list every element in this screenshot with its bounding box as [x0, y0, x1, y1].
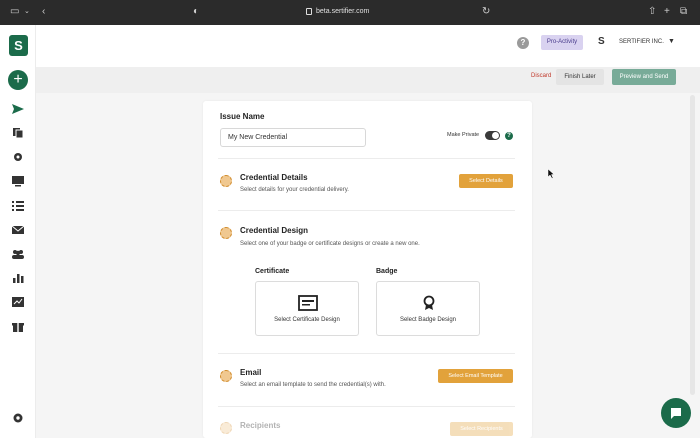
list-icon[interactable] — [11, 200, 25, 212]
help-icon[interactable]: ? — [517, 37, 529, 49]
sidebar: S + — [0, 25, 36, 438]
credential-design-title: Credential Design — [240, 226, 309, 235]
scrollbar[interactable] — [690, 95, 695, 395]
step-status-icon — [220, 370, 232, 382]
gear-icon[interactable] — [11, 412, 25, 424]
certificate-icon — [298, 295, 318, 311]
add-button[interactable]: + — [8, 70, 28, 90]
certificate-label: Certificate — [255, 268, 290, 275]
share-icon[interactable]: ⇧ — [648, 5, 656, 19]
back-icon[interactable]: ‹ — [42, 5, 45, 19]
chat-support-button[interactable] — [661, 398, 691, 428]
settings-icon[interactable] — [11, 151, 25, 163]
certificate-design-label: Select Certificate Design — [274, 317, 340, 323]
select-email-template-button[interactable]: Select Email Template — [438, 369, 513, 383]
credential-details-description: Select details for your credential deliv… — [240, 187, 349, 193]
select-badge-design-button[interactable]: Select Badge Design — [376, 281, 480, 336]
make-private-label: Make Private — [447, 132, 480, 138]
gift-icon[interactable] — [11, 321, 25, 333]
reload-icon[interactable]: ↻ — [482, 5, 490, 19]
credential-details-title: Credential Details — [240, 173, 308, 182]
badge-design-label: Select Badge Design — [399, 317, 457, 323]
issue-name-input[interactable]: My New Credential — [220, 128, 366, 147]
preview-and-send-button[interactable]: Preview and Send — [612, 69, 676, 85]
chat-icon — [671, 408, 681, 419]
email-title: Email — [240, 368, 262, 377]
credential-design-description: Select one of your badge or certificate … — [240, 241, 420, 247]
recipients-title: Recipients — [240, 421, 281, 430]
lock-icon — [306, 8, 312, 15]
copy-icon[interactable] — [11, 127, 25, 139]
mouse-cursor-icon — [547, 166, 555, 179]
org-name[interactable]: SERTIFIER INC. — [619, 39, 664, 45]
make-private-toggle[interactable] — [485, 131, 500, 140]
badge-icon — [419, 295, 439, 311]
divider — [218, 353, 515, 354]
plan-badge[interactable]: Pro-Activity — [541, 35, 583, 50]
action-bar: Discard Finish Later Preview and Send — [36, 67, 700, 93]
tabs-overview-icon[interactable]: ⧉ — [680, 5, 687, 19]
select-certificate-design-button[interactable]: Select Certificate Design — [255, 281, 359, 336]
analytics-icon[interactable] — [11, 296, 25, 308]
send-icon[interactable] — [11, 103, 25, 115]
step-status-icon — [220, 175, 232, 187]
chevron-down-icon[interactable]: ▼ — [668, 38, 675, 45]
address-bar[interactable]: beta.sertifier.com — [316, 5, 369, 19]
top-header: ? Pro-Activity S SERTIFIER INC. ▼ — [36, 25, 700, 67]
divider — [218, 210, 515, 211]
step-status-icon — [220, 422, 232, 434]
divider — [218, 406, 515, 407]
info-icon[interactable]: ? — [505, 132, 513, 140]
issue-form-card: Issue Name My New Credential Make Privat… — [203, 101, 532, 438]
email-description: Select an email template to send the cre… — [240, 382, 386, 388]
discard-button[interactable]: Discard — [531, 73, 551, 79]
chart-icon[interactable] — [11, 272, 25, 284]
select-details-button[interactable]: Select Details — [459, 174, 513, 188]
privacy-shield-icon[interactable]: ◐ — [193, 5, 199, 19]
monitor-icon[interactable] — [11, 175, 25, 187]
org-avatar[interactable]: S — [598, 36, 605, 47]
app-logo[interactable]: S — [9, 35, 28, 56]
users-icon[interactable] — [11, 248, 25, 260]
select-recipients-button[interactable]: Select Recipients — [450, 422, 513, 436]
step-status-icon — [220, 227, 232, 239]
issue-name-label: Issue Name — [220, 112, 265, 121]
chevron-down-icon[interactable]: ⌄ — [24, 5, 30, 19]
mail-icon[interactable] — [11, 224, 25, 236]
divider — [218, 158, 515, 159]
badge-label: Badge — [376, 268, 398, 275]
browser-toolbar: ▭ ⌄ ‹ ◐ beta.sertifier.com ↻ ⇧ + ⧉ — [0, 0, 700, 25]
new-tab-icon[interactable]: + — [664, 5, 670, 19]
finish-later-button[interactable]: Finish Later — [556, 69, 604, 85]
sidebar-toggle-icon[interactable]: ▭ — [10, 5, 19, 19]
